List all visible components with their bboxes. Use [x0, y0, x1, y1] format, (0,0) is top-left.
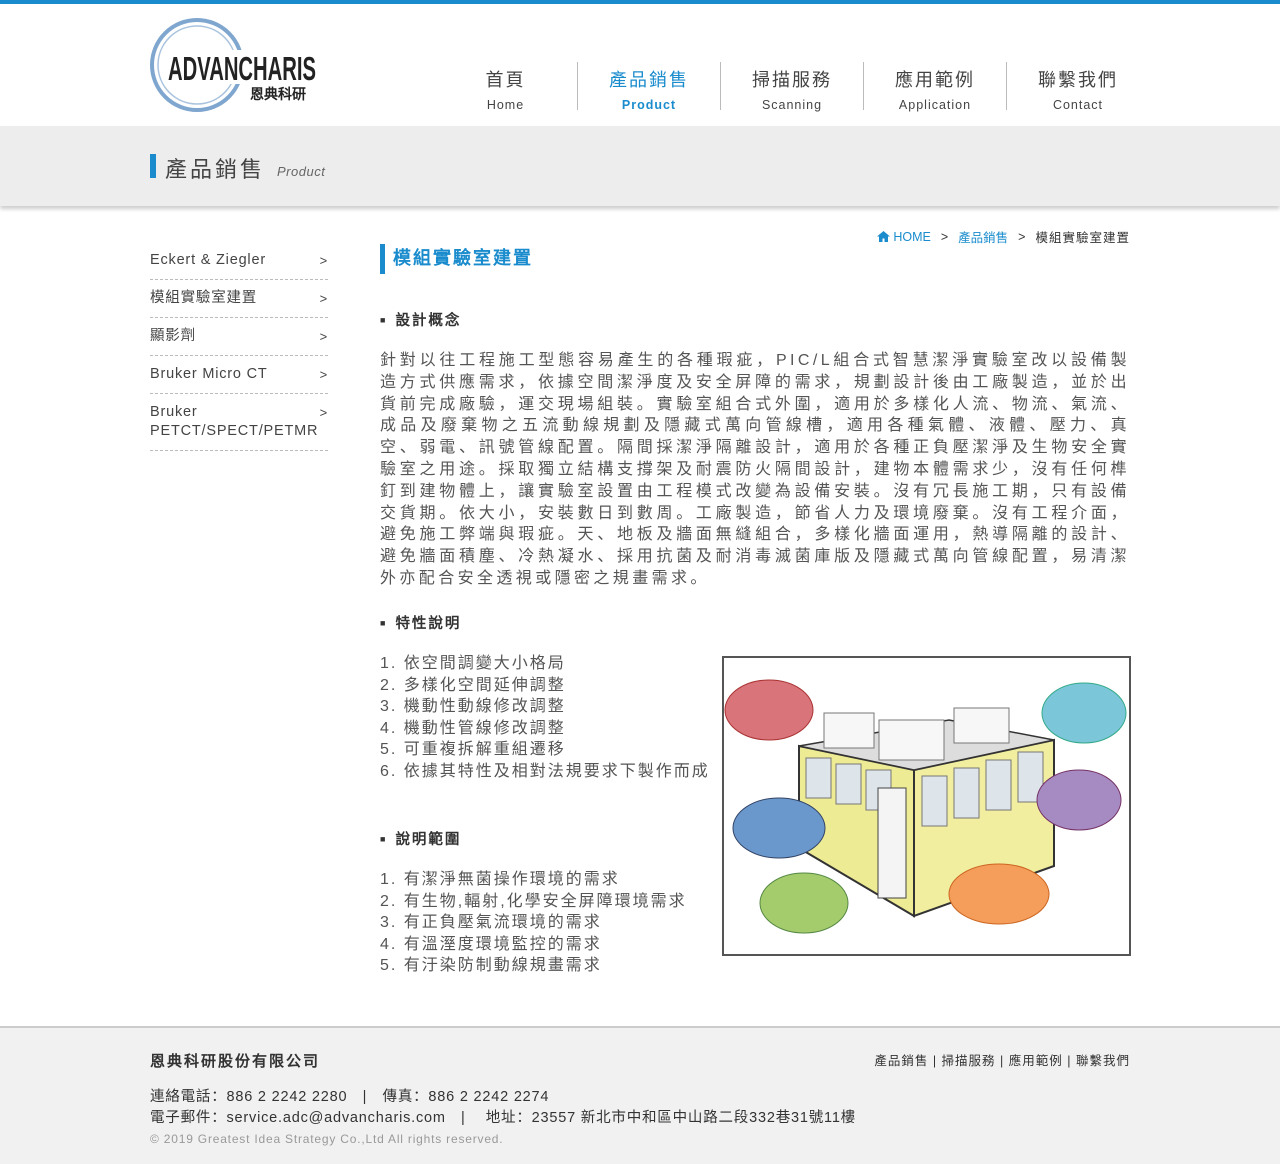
scope-list: 1. 有潔淨無菌操作環境的需求 2. 有生物,輻射,化學安全屏障環境需求 3. 有正… — [380, 869, 687, 977]
list-item: 2. 有生物,輻射,化學安全屏障環境需求 — [380, 892, 687, 910]
footer-link[interactable]: 掃描服務 — [942, 1054, 996, 1068]
features-list: 1. 依空間調變大小格局 2. 多樣化空間延伸調整 3. 機動性動線修改調整 4. 機… — [380, 653, 710, 783]
chevron-right-icon: > — [319, 253, 328, 268]
sidebar-item[interactable]: 顯影劑 > — [150, 318, 328, 356]
nav-item-contact[interactable]: 聯繫我們 Contact — [1006, 62, 1149, 112]
sidebar-item-label: 顯影劑 — [150, 328, 196, 344]
logo[interactable]: ADVANCHARIS 恩典科研 — [150, 18, 320, 114]
nav-label-zh: 掃描服務 — [752, 70, 832, 90]
list-item: 5. 有汙染防制動線規畫需求 — [380, 957, 602, 975]
footer-link-separator: | — [928, 1054, 942, 1068]
page-banner: 產品銷售 Product — [0, 126, 1280, 206]
sidebar-item[interactable]: Eckert & Ziegler > — [150, 242, 328, 280]
sidebar: Eckert & Ziegler > 模組實驗室建置 > 顯影劑 > Bruker Micr… — [150, 242, 328, 451]
chevron-right-icon: > — [319, 367, 328, 382]
sidebar-item[interactable]: 模組實驗室建置 > — [150, 280, 328, 318]
footer-link-separator: | — [1062, 1054, 1076, 1068]
breadcrumb: HOME > 產品銷售 > 模組實驗室建置 — [876, 227, 1130, 246]
chevron-right-icon: > — [319, 405, 328, 420]
nav-item-application[interactable]: 應用範例 Application — [863, 62, 1006, 112]
chevron-right-icon: > — [319, 329, 328, 344]
banner-subtitle: Product — [277, 164, 326, 179]
nav-label-zh: 應用範例 — [895, 70, 975, 90]
logo-subtext: 恩典科研 — [250, 86, 306, 103]
sidebar-item-label: Bruker PETCT/SPECT/PETMR — [150, 404, 319, 439]
sidebar-item[interactable]: Bruker PETCT/SPECT/PETMR > — [150, 394, 328, 451]
footer-link[interactable]: 聯繫我們 — [1076, 1054, 1130, 1068]
list-item: 1. 依空間調變大小格局 — [380, 655, 566, 672]
banner-accent — [150, 154, 156, 178]
features-heading: 特性說明 — [380, 612, 461, 633]
nav-item-home[interactable]: 首頁 Home — [434, 62, 577, 112]
scope-heading: 說明範圍 — [380, 828, 461, 849]
cleanroom-illustration — [722, 656, 1131, 956]
design-text: 針對以往工程施工型態容易產生的各種瑕疵，PIC/L組合式智慧潔淨實驗室改以設備製… — [380, 352, 1130, 587]
chevron-right-icon: > — [319, 291, 328, 306]
main-nav: 首頁 Home 產品銷售 Product 掃描服務 Scanning 應用範例 Applica… — [434, 62, 1149, 112]
breadcrumb-separator: > — [940, 229, 949, 244]
footer-links: 產品銷售 | 掃描服務 | 應用範例 | 聯繫我們 — [874, 1050, 1130, 1069]
breadcrumb-separator: > — [1018, 229, 1026, 244]
footer: 恩典科研股份有限公司 產品銷售 | 掃描服務 | 應用範例 | 聯繫我們 連絡電… — [0, 1026, 1280, 1164]
nav-item-product[interactable]: 產品銷售 Product — [577, 62, 720, 112]
banner-title: 產品銷售 — [165, 157, 266, 182]
nav-label-en: Application — [898, 98, 972, 112]
footer-phone-fax: 連絡電話：886 2 2242 2280 | 傳真：886 2 2242 227… — [150, 1089, 550, 1105]
nav-label-en: Product — [621, 98, 677, 112]
list-item: 6. 依據其特性及相對法規要求下製作而成 — [380, 762, 710, 780]
footer-link[interactable]: 產品銷售 — [874, 1054, 928, 1068]
footer-link[interactable]: 應用範例 — [1009, 1054, 1063, 1068]
nav-label-en: Scanning — [761, 98, 823, 112]
nav-label-zh: 首頁 — [485, 70, 526, 90]
page-title: 模組實驗室建置 — [380, 244, 533, 274]
design-heading: 設計概念 — [380, 309, 461, 330]
list-item: 3. 機動性動線修改調整 — [380, 698, 566, 716]
list-item: 4. 有溫溼度環境監控的需求 — [380, 935, 602, 953]
breadcrumb-home[interactable]: HOME — [876, 229, 931, 244]
sidebar-item-label: 模組實驗室建置 — [150, 290, 258, 306]
sidebar-item-label: Eckert & Ziegler — [150, 252, 266, 268]
list-item: 5. 可重複拆解重組遷移 — [380, 741, 566, 759]
nav-label-zh: 聯繫我們 — [1038, 70, 1118, 90]
list-item: 4. 機動性管線修改調整 — [380, 719, 566, 737]
nav-label-en: Home — [486, 98, 525, 112]
home-icon — [876, 230, 890, 242]
breadcrumb-current: 模組實驗室建置 — [1035, 231, 1130, 245]
nav-label-en: Contact — [1052, 98, 1104, 112]
footer-copyright: © 2019 Greatest Idea Strategy Co.,Ltd Al… — [150, 1132, 504, 1146]
footer-link-separator: | — [995, 1054, 1009, 1068]
footer-email-address: 電子郵件：service.adc@advancharis.com | 地址：23… — [150, 1110, 856, 1126]
list-item: 2. 多樣化空間延伸調整 — [380, 676, 566, 694]
breadcrumb-section[interactable]: 產品銷售 — [958, 227, 1008, 246]
nav-label-zh: 產品銷售 — [609, 70, 689, 90]
nav-item-scanning[interactable]: 掃描服務 Scanning — [720, 62, 863, 112]
footer-company-name: 恩典科研股份有限公司 — [150, 1053, 321, 1070]
top-accent-bar — [0, 0, 1280, 4]
list-item: 1. 有潔淨無菌操作環境的需求 — [380, 871, 620, 888]
sidebar-item-label: Bruker Micro CT — [150, 366, 268, 382]
breadcrumb-home-label: HOME — [893, 229, 931, 244]
list-item: 3. 有正負壓氣流環境的需求 — [380, 914, 602, 932]
logo-text: ADVANCHARIS — [168, 50, 316, 87]
sidebar-item[interactable]: Bruker Micro CT > — [150, 356, 328, 394]
